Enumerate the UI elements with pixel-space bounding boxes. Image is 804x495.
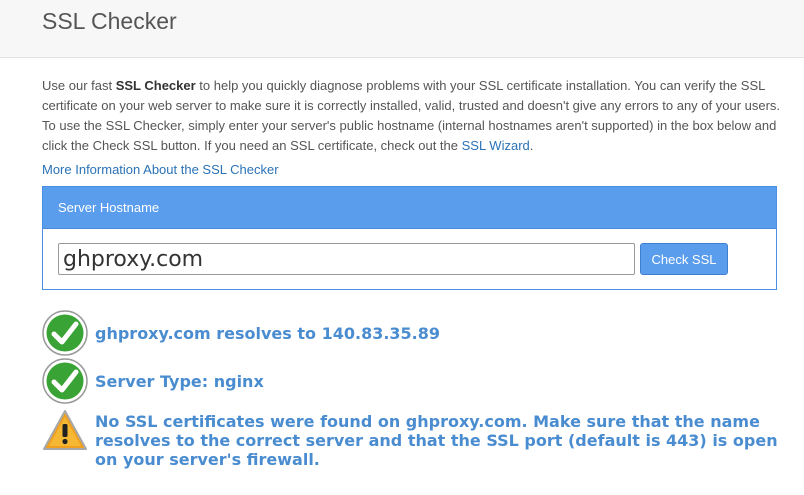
ssl-wizard-link[interactable]: SSL Wizard bbox=[462, 138, 530, 153]
page-title: SSL Checker bbox=[42, 8, 177, 34]
panel-header: Server Hostname bbox=[43, 187, 776, 229]
intro-text-3: . bbox=[529, 138, 534, 153]
check-icon bbox=[42, 310, 88, 356]
page-header: SSL Checker bbox=[0, 0, 804, 58]
warning-icon bbox=[42, 408, 88, 454]
intro-text-1: Use our fast bbox=[42, 78, 116, 93]
result-text: No SSL certificates were found on ghprox… bbox=[95, 412, 778, 469]
result-item-server-type: Server Type: nginx bbox=[42, 358, 792, 404]
check-ssl-button[interactable]: Check SSL bbox=[640, 243, 728, 275]
hostname-panel: Server Hostname Check SSL bbox=[42, 186, 777, 290]
hostname-input[interactable] bbox=[58, 243, 635, 275]
result-text: Server Type: nginx bbox=[95, 372, 264, 391]
result-item-no-ssl: No SSL certificates were found on ghprox… bbox=[42, 408, 792, 469]
check-icon bbox=[42, 358, 88, 404]
result-item-resolves: ghproxy.com resolves to 140.83.35.89 bbox=[42, 310, 792, 356]
result-text: ghproxy.com resolves to 140.83.35.89 bbox=[95, 324, 441, 343]
more-info-link[interactable]: More Information About the SSL Checker bbox=[42, 162, 279, 177]
intro-bold: SSL Checker bbox=[115, 78, 196, 93]
intro-paragraph: Use our fast SSL Checker to help you qui… bbox=[42, 76, 782, 156]
